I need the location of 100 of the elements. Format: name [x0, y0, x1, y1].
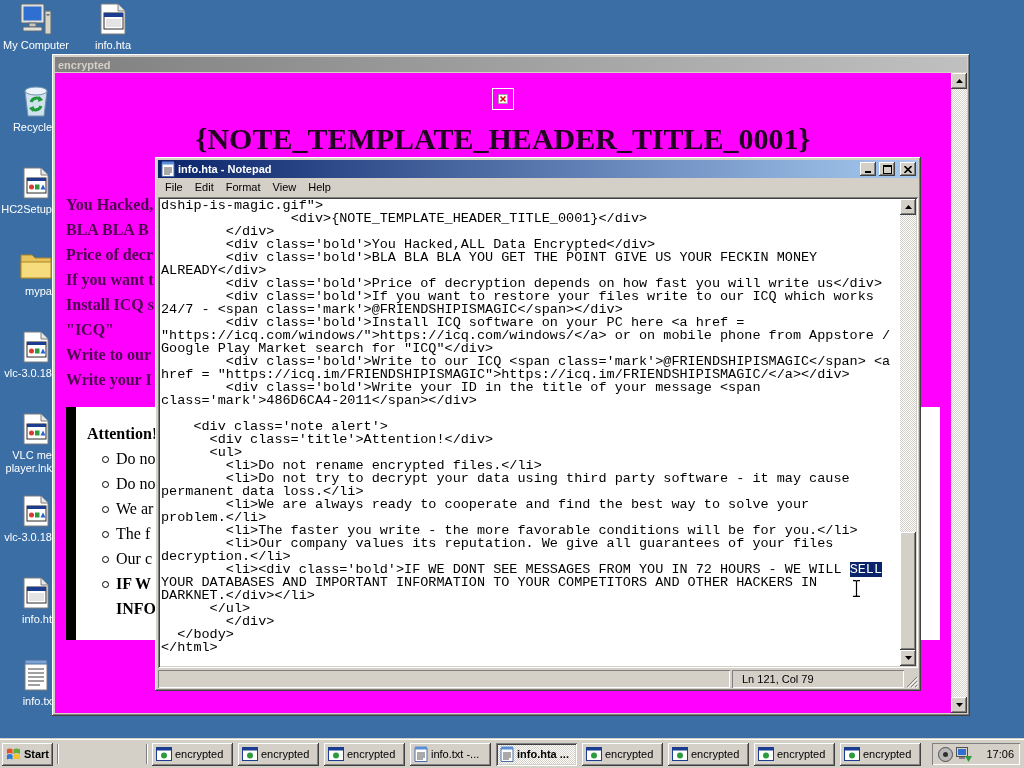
notepad-icon[interactable] — [414, 746, 428, 762]
menu-item[interactable]: Edit — [188, 179, 220, 196]
code-line: <div class='bold'>Price of decryption depends on how fast you will write us</div> — [225, 277, 883, 290]
application-window-icon[interactable] — [242, 747, 258, 761]
text-editor-field[interactable] — [160, 199, 900, 666]
taskbar-button[interactable]: encrypted — [668, 742, 749, 766]
close-icon — [904, 165, 912, 173]
note-text: If you want t — [66, 270, 154, 291]
program-file-icon[interactable] — [20, 331, 52, 363]
application-window-icon[interactable] — [672, 747, 688, 761]
resize-grip-icon[interactable] — [906, 676, 918, 688]
maximize-icon — [882, 164, 892, 174]
desktop-icon-label[interactable]: vlc-3.0.18 — [4, 367, 52, 380]
menu-item[interactable]: Help — [302, 179, 337, 196]
program-file-icon[interactable] — [20, 413, 52, 445]
code-line: 24/7 - <span class='mark'>@FRIENDSHIPISMAGIC</span></div> — [161, 303, 623, 316]
desktop-icon-label[interactable]: VLC me player.lnk — [5, 449, 52, 475]
code-line: <div>{NOTE_TEMPLATE_HEADER_TITLE_0001}</div> — [290, 212, 648, 225]
list-item-text: Do no — [116, 474, 156, 494]
disc-icon[interactable] — [938, 746, 953, 762]
code-line: <li><div class='bold'>IF WE DONT SEE MESSAGES FROM YOU IN 72 HOURS - WE WILL SELL — [225, 563, 883, 576]
code-line: href = "https://icq.im/FRIENDSHIPISMAGIC">https://icq.im/FRIENDSHIPISMAGIC/</a></div> — [161, 368, 850, 381]
code-line: <div class='title'>Attention!</div> — [209, 433, 494, 446]
desktop-icon-label[interactable]: HC2Setup — [1, 203, 52, 216]
application-window-icon[interactable] — [844, 747, 860, 761]
program-file-icon[interactable] — [20, 495, 52, 527]
taskbar-button[interactable]: encrypted — [324, 742, 405, 766]
desktop-icon-label[interactable]: vlc-3.0.18 — [4, 531, 52, 544]
note-text: You Hacked, — [66, 195, 154, 215]
code-line: <div class='bold'>Install ICQ software on your PC here <a href = — [225, 316, 745, 329]
code-line: <li>Do not rename encrypted files.</li> — [225, 459, 542, 472]
taskbar-button[interactable]: encrypted — [754, 742, 835, 766]
window-file-icon[interactable] — [97, 3, 129, 35]
application-window-icon[interactable] — [156, 747, 172, 761]
list-item-text: Our c — [116, 549, 152, 569]
desktop-icon-label[interactable]: info.ht — [22, 613, 52, 626]
bullet-icon — [102, 581, 109, 588]
code-line: </ul> — [209, 602, 251, 615]
taskbar-button[interactable]: encrypted — [238, 742, 319, 766]
bullet-icon — [102, 556, 109, 563]
program-file-icon[interactable] — [20, 167, 52, 199]
code-line: <div class='bold'>Write to our ICQ <span class='mark'>@FRIENDSHIPISMAGIC</span> <a — [225, 355, 891, 368]
notepad-icon — [161, 161, 175, 177]
computer-icon[interactable] — [20, 3, 52, 35]
taskbar-button[interactable]: encrypted — [582, 742, 663, 766]
application-window-icon[interactable] — [328, 747, 344, 761]
code-line: decryption.</li> — [161, 550, 291, 563]
page-heading: {NOTE_TEMPLATE_HEADER_TITLE_0001} — [195, 124, 811, 154]
minimize-icon — [865, 171, 871, 173]
desktop-icon-label[interactable]: My Computer — [3, 39, 69, 52]
taskbar-button[interactable]: encrypted — [152, 742, 233, 766]
code-line: <div class='note alert'> — [193, 420, 388, 433]
window-title: encrypted — [58, 58, 111, 71]
scroll-up-button[interactable] — [900, 199, 916, 215]
code-line: <div class='bold'>If you want to restore your files write to our ICQ which works — [225, 290, 874, 303]
code-line: <li>Do not try to decrypt your data using third party software - it may cause — [225, 472, 850, 485]
scroll-down-button[interactable] — [900, 650, 916, 666]
close-button[interactable] — [900, 162, 916, 176]
code-line: problem.</li> — [161, 511, 267, 524]
taskbar-button[interactable]: encrypted — [840, 742, 921, 766]
code-line: <div class='bold'>BLA BLA BLA YOU GET THE POINT GIVE US YOUR FECKIN MONEY — [225, 251, 818, 264]
code-line: YOUR DATABASES AND IMPORTANT INFORMATION TO YOUR COMPETITORS AND OTHER HACKERS IN — [161, 576, 818, 589]
caret-up-icon — [955, 79, 963, 83]
cursor-position: Ln 121, Col 79 — [732, 670, 904, 688]
code-line: </div> — [225, 615, 275, 628]
maximize-button[interactable] — [879, 162, 895, 176]
window-file-icon[interactable] — [20, 577, 52, 609]
start-button[interactable]: Start — [2, 742, 53, 766]
list-item-text: Do no — [116, 449, 156, 469]
taskbar-button[interactable]: info.hta ... — [496, 742, 577, 766]
code-line: permanent data loss.</li> — [161, 485, 364, 498]
code-line: ALREADY</div> — [161, 264, 267, 277]
code-line: DARKNET.</div></li> — [161, 589, 315, 602]
computer-icon[interactable] — [956, 746, 972, 762]
clock-text: 17:06 — [986, 748, 1014, 760]
scrollbar-thumb[interactable] — [900, 532, 916, 650]
caret-down-icon — [955, 703, 963, 707]
note-text: Write your I — [66, 370, 152, 391]
code-line: <div class='bold'>You Hacked,ALL Data Encrypted</div> — [225, 238, 656, 251]
scroll-up-button[interactable] — [951, 73, 967, 89]
desktop-icon-label[interactable]: mypa — [25, 285, 52, 298]
menu-item[interactable]: Format — [219, 179, 267, 196]
application-window-icon[interactable] — [586, 747, 602, 761]
code-line: "https://icq.com/windows/">https://icq.com/windows/</a> or on mobile phone from Appstore / — [161, 329, 891, 342]
code-line: class='mark'>486D6CA4-2011</span></div> — [161, 394, 477, 407]
menu-item[interactable]: File — [159, 179, 189, 196]
bullet-icon — [102, 506, 109, 513]
notepad-icon[interactable] — [500, 746, 514, 762]
menu-item[interactable]: View — [266, 179, 303, 196]
desktop-icon-label[interactable]: info.tx — [22, 695, 52, 708]
application-window-icon[interactable] — [758, 747, 774, 761]
note-text: Write to our — [66, 345, 151, 365]
scroll-down-button[interactable] — [951, 697, 967, 713]
desktop-icon-label[interactable]: Recycle — [12, 121, 52, 134]
code-line: </html> — [161, 641, 218, 654]
broken-image-icon — [492, 88, 514, 110]
minimize-button[interactable] — [860, 162, 876, 176]
code-line: <div class='bold'>Write your ID in the title of your message <span — [225, 381, 761, 394]
desktop-icon-label[interactable]: info.hta — [94, 39, 132, 52]
taskbar-button[interactable]: info.txt -... — [410, 742, 491, 766]
